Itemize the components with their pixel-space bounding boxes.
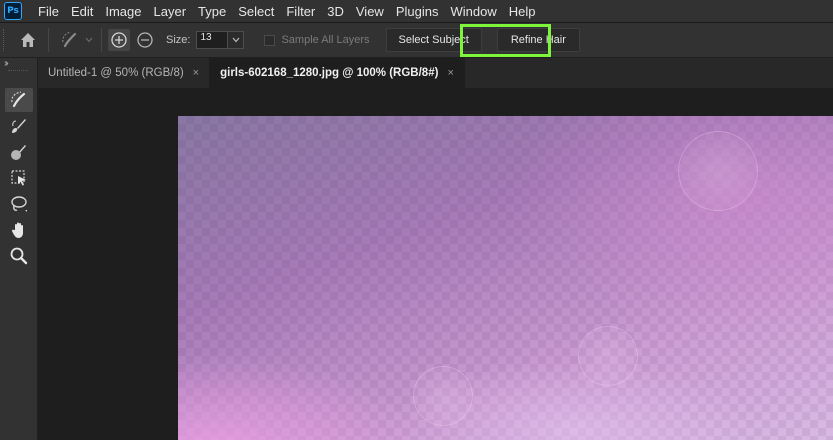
tool-brush[interactable] [5,114,33,138]
eraser-brush-icon [11,145,26,160]
menu-view[interactable]: View [350,0,390,23]
tool-preset-picker[interactable] [55,27,95,53]
canvas-workspace[interactable] [38,88,833,440]
tab-label: girls-602168_1280.jpg @ 100% (RGB/8#) [220,67,439,79]
add-to-selection-button[interactable] [108,29,130,51]
tool-quick-selection[interactable] [5,88,33,112]
document-canvas[interactable] [178,116,833,440]
size-label: Size: [166,34,191,46]
menu-window[interactable]: Window [444,0,502,23]
brush-icon [12,119,26,133]
bokeh-circle [578,326,638,386]
photoshop-logo-icon[interactable]: Ps [4,2,22,20]
tool-lasso[interactable] [5,192,33,216]
tool-object-selection[interactable] [5,166,33,190]
quick-selection-preset-icon [62,31,77,48]
document-tab-bar: Untitled-1 @ 50% (RGB/8) × girls-602168_… [38,58,833,88]
menu-layer[interactable]: Layer [148,0,193,23]
collapse-toolbar-icon[interactable]: ›› [4,58,8,69]
brush-size-dropdown[interactable] [228,31,245,49]
tab-label: Untitled-1 @ 50% (RGB/8) [48,67,184,79]
menu-file[interactable]: File [32,0,65,23]
add-circle-icon [111,32,127,48]
menu-image[interactable]: Image [99,0,147,23]
tool-hand[interactable] [5,218,33,242]
home-icon [21,33,35,47]
bokeh-circle [413,366,473,426]
close-icon[interactable]: × [193,67,199,79]
chevron-down-icon [232,37,240,43]
menu-help[interactable]: Help [503,0,542,23]
tools-panel: ›› [0,58,38,440]
menu-3d[interactable]: 3D [321,0,350,23]
tab-girls-602168[interactable]: girls-602168_1280.jpg @ 100% (RGB/8#) × [210,58,465,88]
sample-all-layers-label: Sample All Layers [281,34,370,46]
tool-eraser-brush[interactable] [5,140,33,164]
menu-filter[interactable]: Filter [280,0,321,23]
lasso-icon [11,196,27,212]
menu-select[interactable]: Select [232,0,280,23]
menu-bar: Ps File Edit Image Layer Type Select Fil… [0,0,833,23]
separator [48,28,49,52]
toolbar-grip[interactable] [8,70,28,76]
options-bar-grip[interactable] [3,29,6,51]
brush-size-input[interactable]: 13 [196,31,229,49]
chevron-down-icon [85,37,93,43]
hand-icon [11,222,23,238]
close-icon[interactable]: × [447,67,453,79]
menu-type[interactable]: Type [192,0,232,23]
select-subject-button[interactable]: Select Subject [385,28,482,52]
options-bar: Size: 13 Sample All Layers Select Subjec… [0,23,833,58]
tool-zoom[interactable] [5,244,33,268]
subtract-circle-icon [137,32,153,48]
object-selection-icon [11,170,26,186]
subtract-from-selection-button[interactable] [134,29,156,51]
tab-untitled-1[interactable]: Untitled-1 @ 50% (RGB/8) × [38,58,211,88]
menu-edit[interactable]: Edit [65,0,99,23]
sample-all-layers-checkbox[interactable] [264,34,276,46]
home-button[interactable] [14,26,42,54]
quick-selection-icon [11,91,26,108]
bokeh-circle [678,131,758,211]
separator [101,28,102,52]
menu-plugins[interactable]: Plugins [390,0,445,23]
zoom-icon [10,247,28,265]
refine-hair-button[interactable]: Refine Hair [496,28,580,52]
